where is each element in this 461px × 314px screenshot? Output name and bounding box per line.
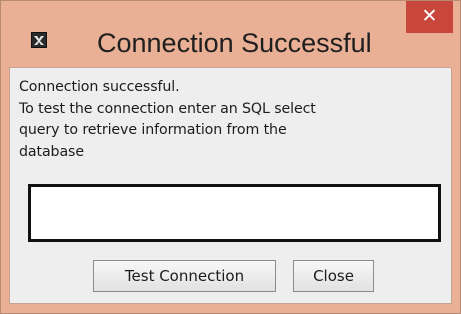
- close-button[interactable]: Close: [293, 260, 374, 292]
- message-line: database: [19, 143, 84, 160]
- close-icon: ✕: [421, 5, 438, 27]
- dialog-window: Connection Successful ✕ Connection succe…: [0, 0, 461, 314]
- dialog-content: Connection successful. To test the conne…: [9, 67, 452, 304]
- status-message: Connection successful. To test the conne…: [19, 77, 444, 163]
- message-line: query to retrieve information from the: [19, 122, 287, 138]
- test-connection-button[interactable]: Test Connection: [93, 260, 276, 292]
- sql-query-input[interactable]: [28, 184, 441, 242]
- close-window-button[interactable]: ✕: [406, 1, 453, 33]
- message-line: Connection successful.: [19, 79, 180, 95]
- title-bar[interactable]: Connection Successful ✕: [1, 1, 460, 67]
- dialog-title: Connection Successful: [97, 28, 372, 58]
- java-app-icon: [31, 32, 47, 48]
- message-line: To test the connection enter an SQL sele…: [19, 100, 316, 117]
